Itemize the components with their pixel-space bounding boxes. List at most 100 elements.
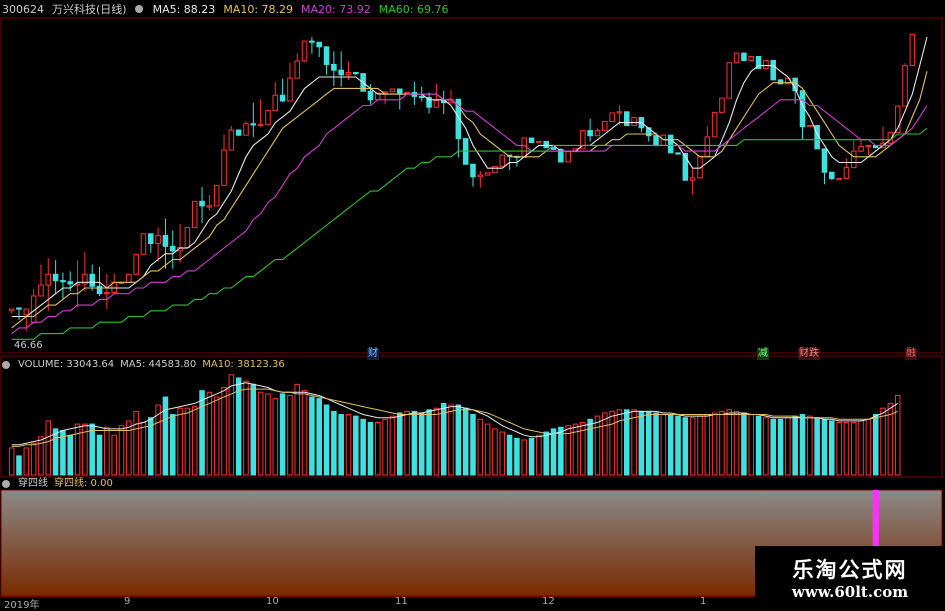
- volume-bar: [316, 398, 322, 476]
- volume-bar: [667, 414, 674, 476]
- volume-bar: [543, 431, 549, 476]
- candle-body: [565, 151, 571, 163]
- volume-bar: [323, 404, 330, 476]
- candle-body: [89, 273, 95, 287]
- candle-body: [492, 166, 498, 174]
- volume-bar: [375, 422, 381, 476]
- candle-body: [858, 146, 864, 152]
- volume-bar: [243, 380, 249, 476]
- indicator-name[interactable]: 穿四线: [18, 477, 48, 491]
- volume-bar: [741, 412, 747, 476]
- volume-bar: [843, 422, 850, 476]
- candle-body: [733, 52, 740, 64]
- candle-body: [821, 148, 828, 173]
- candle-body: [353, 71, 359, 75]
- volume-bar: [807, 415, 813, 476]
- volume-bar: [536, 434, 542, 476]
- volume-bar: [396, 412, 403, 476]
- volume-bar: [433, 407, 440, 476]
- volume-bar: [418, 412, 425, 476]
- volume-bar: [382, 418, 388, 476]
- event-marker-fall[interactable]: 跌: [808, 348, 820, 360]
- volume-bar: [514, 437, 520, 476]
- volume-bar: [279, 393, 286, 476]
- volume-bar: [411, 410, 418, 476]
- volume-bar: [777, 418, 784, 476]
- candle-body: [602, 120, 608, 132]
- volume-bar: [213, 396, 220, 476]
- candle-body: [126, 273, 132, 283]
- volume-bar: [389, 415, 396, 476]
- candle-body: [228, 129, 235, 151]
- watermark-title: 乐淘公式网: [792, 558, 908, 582]
- candle-body: [536, 140, 542, 144]
- volume-bar: [506, 434, 513, 476]
- candle-body: [338, 69, 344, 76]
- candle-body: [484, 172, 491, 176]
- volume-bar: [792, 415, 798, 476]
- indicator-header: 穿四线 穿四线: 0.00: [2, 477, 113, 491]
- volume-bar: [763, 417, 769, 476]
- candle-body: [60, 280, 66, 283]
- candle-body: [829, 171, 835, 180]
- volume-bar: [770, 418, 776, 476]
- volume-bar: [235, 377, 242, 476]
- candle-body: [418, 95, 425, 99]
- candle-body: [331, 63, 337, 71]
- volume-bar: [865, 418, 872, 476]
- volume-bar: [814, 417, 820, 476]
- candle-body: [162, 235, 169, 247]
- volume-bar: [309, 396, 315, 476]
- volume-gear-icon[interactable]: [2, 361, 10, 369]
- kline-chart[interactable]: [0, 0, 945, 609]
- candle-body: [389, 88, 396, 93]
- volume-bar: [30, 442, 37, 476]
- moving-average-lines: [11, 36, 928, 340]
- volume-bar: [265, 393, 271, 476]
- volume-bar: [367, 422, 374, 476]
- candle-body: [902, 65, 908, 107]
- event-marker-reduce[interactable]: 减: [757, 348, 769, 360]
- volume-bar: [616, 409, 623, 476]
- volume-bar: [719, 410, 725, 476]
- volume-bar: [118, 425, 125, 476]
- volume-bar: [682, 417, 689, 476]
- candle-body: [653, 135, 659, 146]
- volume-bar: [23, 447, 30, 476]
- indicator-value: 穿四线: 0.00: [54, 478, 113, 489]
- volume-bar: [675, 415, 681, 476]
- volume-ma10-readout: MA10: 38123.36: [202, 359, 285, 370]
- volume-bar: [748, 414, 755, 476]
- volume-bar: [602, 412, 608, 476]
- candle-body: [741, 52, 747, 61]
- candle-body: [631, 117, 637, 126]
- candle-body: [843, 167, 850, 180]
- volume-bar: [331, 410, 337, 476]
- volume-header: VOLUME: 33043.64 MA5: 44583.80 MA10: 381…: [2, 358, 285, 372]
- candle-body: [96, 285, 103, 295]
- event-marker-margin[interactable]: 融: [905, 348, 917, 360]
- indicator-gear-icon[interactable]: [2, 480, 10, 488]
- candle-body: [199, 200, 205, 207]
- volume-bar: [52, 428, 59, 476]
- volume-bar: [140, 422, 147, 476]
- candle-body: [865, 144, 872, 148]
- volume-bar: [96, 434, 103, 476]
- candle-body: [323, 46, 330, 65]
- volume-bar: [631, 409, 637, 476]
- candle-body: [104, 292, 110, 295]
- volume-bar: [894, 394, 901, 476]
- volume-bar: [850, 422, 857, 476]
- candle-body: [704, 136, 711, 157]
- candle-body: [616, 111, 623, 114]
- volume-bar: [704, 414, 711, 476]
- event-marker-finance-1[interactable]: 财: [367, 348, 379, 360]
- volume-bar: [653, 412, 659, 476]
- volume-bar: [858, 420, 864, 476]
- volume-bar: [360, 418, 366, 476]
- candle-body: [909, 33, 916, 67]
- volume-bar: [426, 409, 432, 476]
- volume-bar: [221, 387, 227, 476]
- candle-body: [675, 152, 681, 155]
- candle-body: [807, 124, 813, 128]
